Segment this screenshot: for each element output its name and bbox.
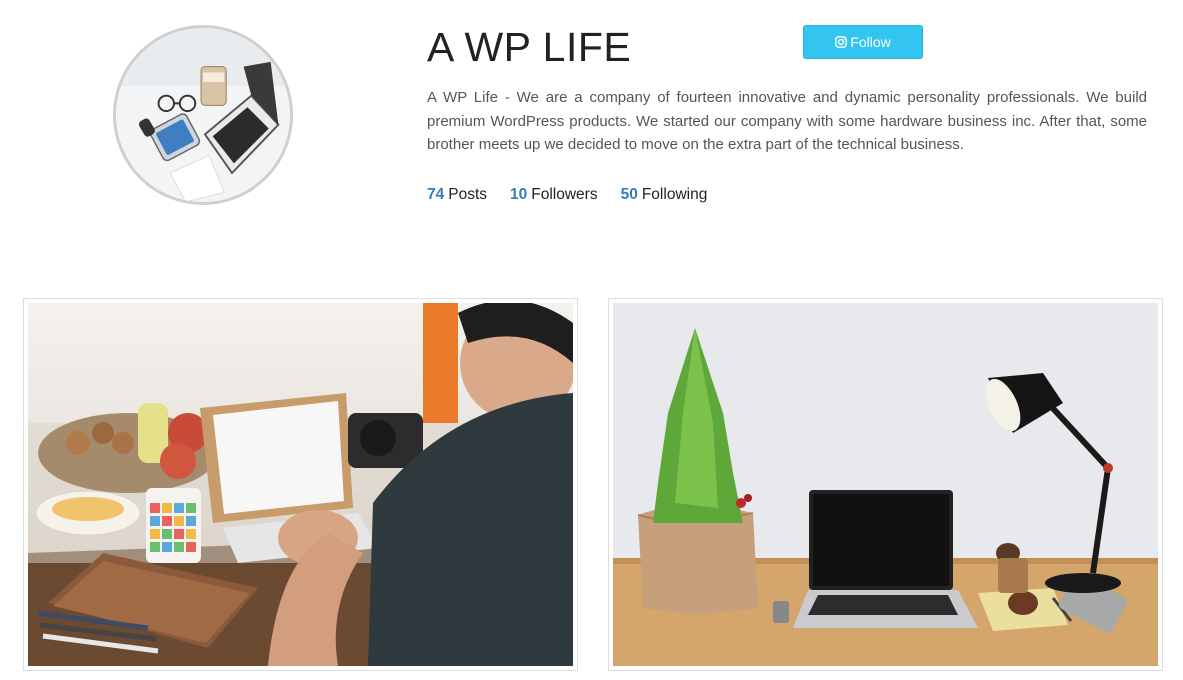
stat-followers-count: 10	[510, 186, 528, 203]
avatar[interactable]	[113, 25, 293, 205]
stat-posts-label: Posts	[448, 186, 488, 203]
profile-bio: A WP Life - We are a company of fourteen…	[427, 89, 1147, 153]
stat-posts[interactable]: 74 Posts	[427, 186, 487, 204]
post-tile[interactable]	[23, 298, 578, 671]
stat-followers-label: Followers	[531, 186, 598, 203]
follow-button[interactable]: Follow	[803, 25, 923, 59]
post-image-desk-plant-lamp	[613, 303, 1158, 666]
instagram-icon	[835, 36, 848, 48]
instagram-profile-page: A WP LIFE Follow A WP Life - We are a co…	[0, 0, 1183, 680]
post-image-laptop-workspace	[28, 303, 573, 666]
stat-followers[interactable]: 10 Followers	[510, 186, 598, 204]
follow-button-label: Follow	[850, 34, 891, 50]
profile-name: A WP LIFE	[427, 24, 632, 70]
stat-following-label: Following	[641, 186, 708, 203]
stat-following-count: 50	[620, 186, 638, 203]
avatar-image	[116, 28, 290, 202]
profile-stats: 74 Posts 10 Followers 50 Following	[427, 186, 707, 204]
post-tile[interactable]	[608, 298, 1163, 671]
stat-posts-count: 74	[427, 186, 445, 203]
stat-following[interactable]: 50 Following	[621, 186, 708, 204]
